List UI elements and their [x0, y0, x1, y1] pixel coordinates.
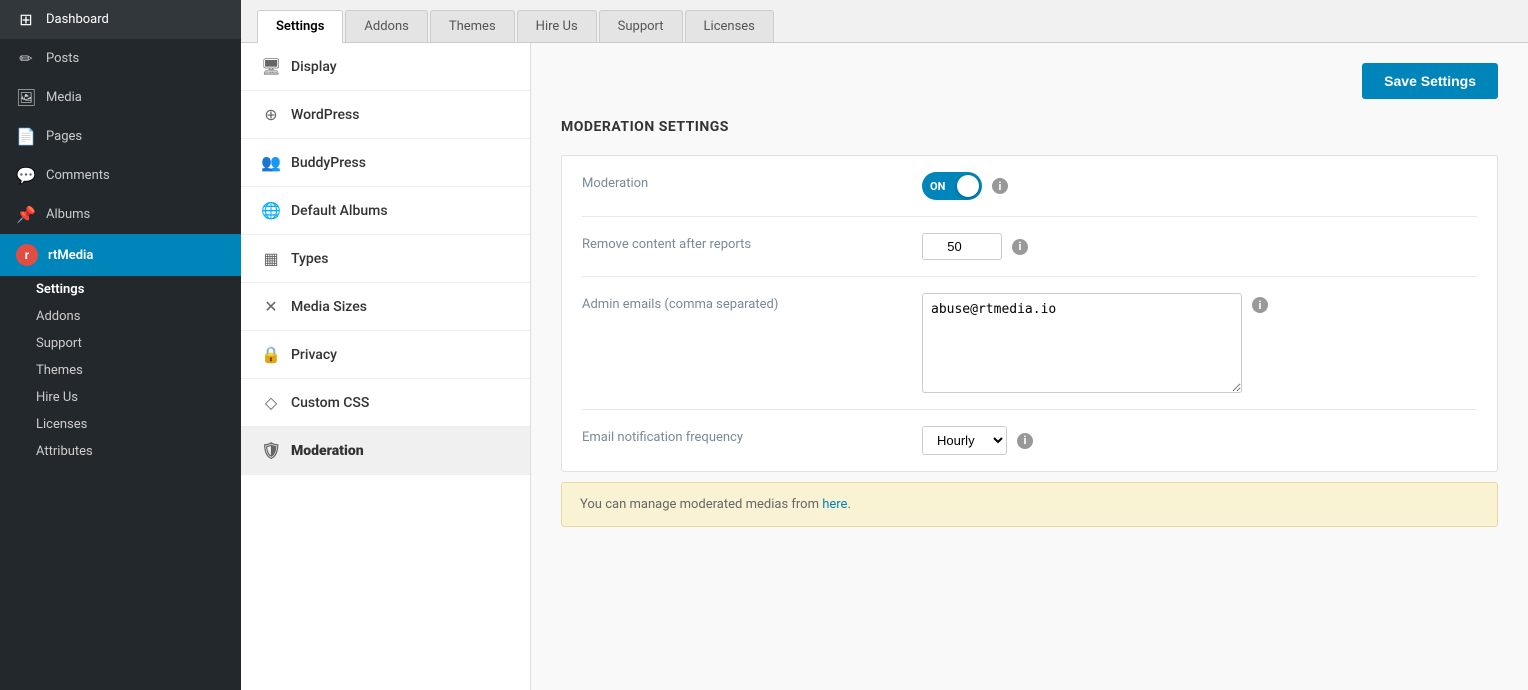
leftnav-custom-css-label: Custom CSS — [291, 395, 369, 411]
leftnav-wordpress-label: WordPress — [291, 107, 359, 123]
settings-panel: Save Settings MODERATION SETTINGS Modera… — [531, 43, 1528, 690]
sidebar-item-rtmedia[interactable]: r rtMedia — [0, 234, 241, 276]
posts-icon: ✏ — [16, 49, 36, 68]
sidebar-item-media[interactable]: 🖼 Media — [0, 78, 241, 117]
sidebar-item-comments[interactable]: 💬 Comments — [0, 156, 241, 195]
sidebar-submenu-hire-us[interactable]: Hire Us — [36, 384, 241, 411]
settings-row-email-frequency: Email notification frequency Hourly Dail… — [582, 410, 1477, 471]
remove-content-input[interactable] — [922, 233, 1002, 260]
sidebar-item-label: Dashboard — [46, 12, 109, 27]
section-title: MODERATION SETTINGS — [561, 119, 1498, 135]
media-icon: 🖼 — [16, 88, 36, 107]
moderation-toggle[interactable]: ON — [922, 172, 982, 200]
media-sizes-icon: ✕ — [261, 297, 281, 316]
toggle-on-label: ON — [930, 180, 945, 193]
sidebar-submenu-attributes[interactable]: Attributes — [36, 438, 241, 465]
tab-support[interactable]: Support — [599, 10, 683, 42]
tab-themes[interactable]: Themes — [430, 10, 515, 42]
sidebar-item-posts[interactable]: ✏ Posts — [0, 39, 241, 78]
sidebar: ⊞ Dashboard ✏ Posts 🖼 Media 📄 Pages 💬 Co… — [0, 0, 241, 690]
leftnav-display[interactable]: 🖥 Display — [241, 43, 530, 91]
email-frequency-select[interactable]: Hourly Daily Weekly — [922, 426, 1007, 455]
tabs-bar: Settings Addons Themes Hire Us Support L… — [241, 0, 1528, 43]
leftnav-buddypress[interactable]: 👥 BuddyPress — [241, 139, 530, 187]
sidebar-item-label: Pages — [46, 129, 82, 144]
main-content: Settings Addons Themes Hire Us Support L… — [241, 0, 1528, 690]
email-frequency-info-icon[interactable]: i — [1017, 433, 1033, 449]
sidebar-item-label: Posts — [46, 51, 79, 66]
sidebar-submenu-themes[interactable]: Themes — [36, 357, 241, 384]
admin-emails-info-icon[interactable]: i — [1252, 297, 1268, 313]
dashboard-icon: ⊞ — [16, 10, 36, 29]
display-icon: 🖥 — [261, 57, 281, 76]
save-settings-button[interactable]: Save Settings — [1362, 63, 1498, 99]
settings-row-admin-emails: Admin emails (comma separated) abuse@rtm… — [582, 277, 1477, 410]
leftnav-types[interactable]: ▦ Types — [241, 235, 530, 283]
moderation-info-icon[interactable]: i — [992, 178, 1008, 194]
sidebar-item-label: Albums — [46, 207, 90, 222]
notice-link[interactable]: here — [822, 497, 847, 512]
leftnav-custom-css[interactable]: ◇ Custom CSS — [241, 379, 530, 427]
admin-emails-textarea[interactable]: abuse@rtmedia.io — [922, 293, 1242, 393]
custom-css-icon: ◇ — [261, 393, 281, 412]
rtmedia-icon: r — [16, 244, 38, 266]
admin-emails-control: abuse@rtmedia.io i — [922, 293, 1268, 393]
sidebar-arrow — [231, 245, 241, 265]
moderation-label: Moderation — [582, 172, 902, 191]
tab-hire-us[interactable]: Hire Us — [517, 10, 597, 42]
moderation-icon: 🛡 — [261, 441, 281, 460]
remove-content-label: Remove content after reports — [582, 233, 902, 252]
save-btn-row: Save Settings — [561, 63, 1498, 99]
email-frequency-label: Email notification frequency — [582, 426, 902, 445]
content-area: 🖥 Display ⊕ WordPress 👥 BuddyPress 🌐 Def… — [241, 43, 1528, 690]
leftnav-types-label: Types — [291, 251, 328, 267]
leftnav-moderation-label: Moderation — [291, 443, 364, 459]
settings-row-remove-content: Remove content after reports i — [582, 217, 1477, 277]
comments-icon: 💬 — [16, 166, 36, 185]
leftnav-display-label: Display — [291, 59, 337, 75]
tab-licenses[interactable]: Licenses — [685, 10, 774, 42]
sidebar-submenu: Settings Addons Support Themes Hire Us L… — [0, 276, 241, 465]
notice-suffix: . — [847, 497, 850, 512]
tab-addons[interactable]: Addons — [345, 10, 427, 42]
notice-bar: You can manage moderated medias from her… — [561, 482, 1498, 527]
leftnav-default-albums-label: Default Albums — [291, 203, 388, 219]
toggle-knob — [957, 175, 979, 197]
sidebar-submenu-licenses[interactable]: Licenses — [36, 411, 241, 438]
leftnav-buddypress-label: BuddyPress — [291, 155, 366, 171]
tab-settings[interactable]: Settings — [257, 10, 343, 43]
sidebar-item-pages[interactable]: 📄 Pages — [0, 117, 241, 156]
sidebar-submenu-settings[interactable]: Settings — [36, 276, 241, 303]
privacy-icon: 🔒 — [261, 345, 281, 364]
email-frequency-control: Hourly Daily Weekly i — [922, 426, 1033, 455]
leftnav-moderation[interactable]: 🛡 Moderation — [241, 427, 530, 475]
default-albums-icon: 🌐 — [261, 201, 281, 220]
wordpress-icon: ⊕ — [261, 105, 281, 124]
remove-content-info-icon[interactable]: i — [1012, 239, 1028, 255]
leftnav-media-sizes-label: Media Sizes — [291, 299, 367, 315]
sidebar-item-dashboard[interactable]: ⊞ Dashboard — [0, 0, 241, 39]
leftnav-privacy[interactable]: 🔒 Privacy — [241, 331, 530, 379]
leftnav-media-sizes[interactable]: ✕ Media Sizes — [241, 283, 530, 331]
sidebar-item-albums[interactable]: 📌 Albums — [0, 195, 241, 234]
leftnav-wordpress[interactable]: ⊕ WordPress — [241, 91, 530, 139]
leftnav-default-albums[interactable]: 🌐 Default Albums — [241, 187, 530, 235]
pages-icon: 📄 — [16, 127, 36, 146]
sidebar-submenu-addons[interactable]: Addons — [36, 303, 241, 330]
leftnav-privacy-label: Privacy — [291, 347, 337, 363]
buddypress-icon: 👥 — [261, 153, 281, 172]
sidebar-item-label: Comments — [46, 168, 110, 183]
albums-icon: 📌 — [16, 205, 36, 224]
remove-content-control: i — [922, 233, 1028, 260]
settings-row-moderation: Moderation ON i — [582, 156, 1477, 217]
admin-emails-label: Admin emails (comma separated) — [582, 293, 902, 312]
left-nav: 🖥 Display ⊕ WordPress 👥 BuddyPress 🌐 Def… — [241, 43, 531, 690]
moderation-control: ON i — [922, 172, 1008, 200]
sidebar-rtmedia-label: rtMedia — [48, 248, 93, 263]
types-icon: ▦ — [261, 249, 281, 268]
sidebar-item-label: Media — [46, 90, 82, 105]
settings-rows-wrap: Moderation ON i Remove content after rep… — [561, 155, 1498, 472]
sidebar-submenu-support[interactable]: Support — [36, 330, 241, 357]
notice-text: You can manage moderated medias from — [580, 497, 822, 512]
